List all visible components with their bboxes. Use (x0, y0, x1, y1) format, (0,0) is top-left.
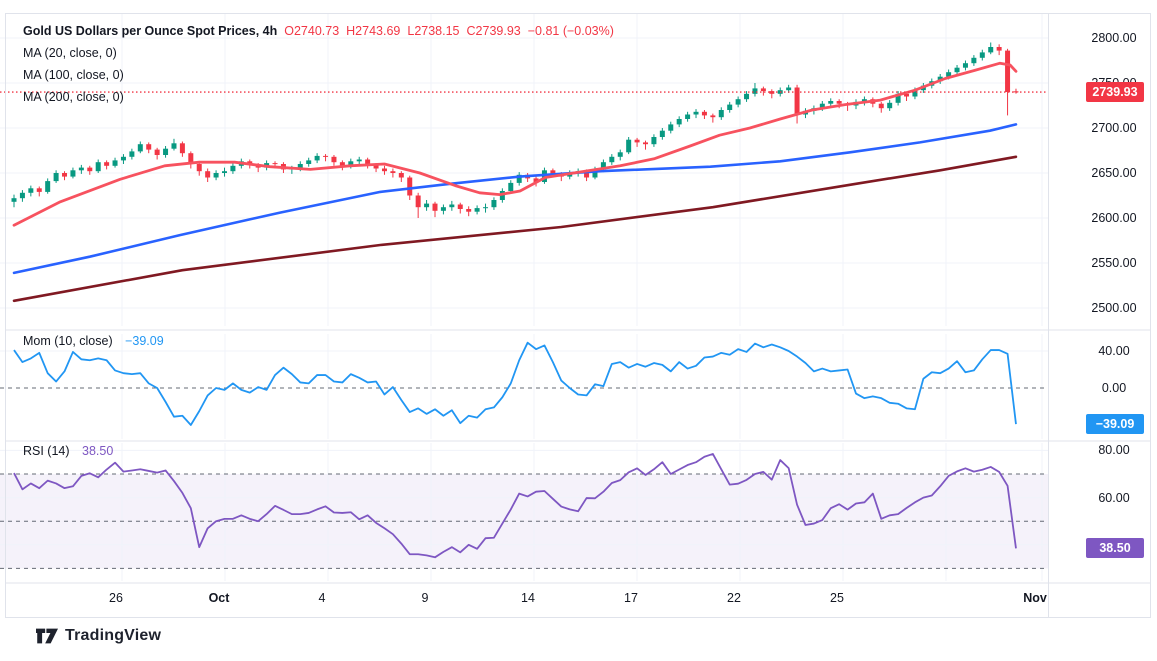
price-tick-label: 2700.00 (1076, 119, 1152, 137)
rsi-legend-label: RSI (14) (23, 444, 70, 458)
tradingview-logo[interactable]: TradingView (36, 626, 161, 646)
ohlc-value: −0.81 (−0.03%) (528, 24, 614, 38)
rsi-tick-label: 60.00 (1076, 489, 1152, 507)
legend-ma100-row[interactable]: MA (100, close, 0) (23, 64, 614, 86)
time-tick-label: 9 (422, 591, 429, 605)
time-tick-label: 25 (830, 591, 844, 605)
momentum-tick-label: 40.00 (1076, 342, 1152, 360)
price-tick-label: 2600.00 (1076, 209, 1152, 227)
main-series-legend[interactable]: Gold US Dollars per Ounce Spot Prices, 4… (23, 20, 614, 108)
ohlc-value: C2739.93 (467, 24, 521, 38)
legend-ma200-row[interactable]: MA (200, close, 0) (23, 86, 614, 108)
momentum-legend[interactable]: Mom (10, close) −39.09 (23, 334, 164, 348)
price-tick-label: 2550.00 (1076, 254, 1152, 272)
momentum-legend-value: −39.09 (125, 334, 164, 348)
rsi-legend-value: 38.50 (82, 444, 113, 458)
momentum-tick-label: 0.00 (1076, 379, 1152, 397)
chart-window: Gold US Dollars per Ounce Spot Prices, 4… (0, 0, 1157, 661)
symbol-title: Gold US Dollars per Ounce Spot Prices, 4… (23, 24, 277, 38)
time-tick-label: 4 (319, 591, 326, 605)
price-tick-label: 2650.00 (1076, 164, 1152, 182)
price-tick-label: 2800.00 (1076, 29, 1152, 47)
price-tick-label: 2500.00 (1076, 299, 1152, 317)
time-tick-label: 26 (109, 591, 123, 605)
last-price-badge: 2739.93 (1086, 82, 1144, 102)
tradingview-logo-text: TradingView (65, 627, 161, 645)
time-tick-label: 22 (727, 591, 741, 605)
ohlc-value: O2740.73 (284, 24, 339, 38)
ohlc-value: H2743.69 (346, 24, 400, 38)
ohlc-values: O2740.73 H2743.69 L2738.15 C2739.93 −0.81 (−… (277, 24, 614, 38)
time-tick-label: 17 (624, 591, 638, 605)
momentum-legend-label: Mom (10, close) (23, 334, 113, 348)
rsi-legend[interactable]: RSI (14) 38.50 (23, 444, 113, 458)
legend-ma20-row[interactable]: MA (20, close, 0) (23, 42, 614, 64)
legend-title-row[interactable]: Gold US Dollars per Ounce Spot Prices, 4… (23, 20, 614, 42)
time-tick-label: Oct (209, 591, 230, 605)
rsi-tick-label: 80.00 (1076, 441, 1152, 459)
rsi-value-badge: 38.50 (1086, 538, 1144, 558)
time-tick-label: Nov (1023, 591, 1047, 605)
tradingview-logo-icon (36, 626, 58, 646)
time-tick-label: 14 (521, 591, 535, 605)
ohlc-value: L2738.15 (407, 24, 459, 38)
momentum-value-badge: −39.09 (1086, 414, 1144, 434)
